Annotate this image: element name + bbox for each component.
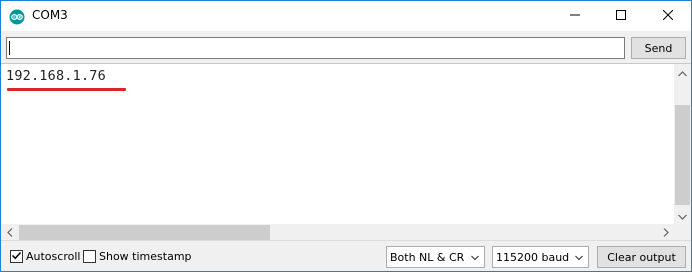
scrollbar-corner [674, 224, 691, 241]
line-ending-select[interactable]: Both NL & CR [386, 246, 485, 268]
scroll-right-button[interactable] [657, 224, 674, 241]
serial-output-area[interactable]: 192.168.1.76 [1, 63, 691, 241]
close-button[interactable] [645, 1, 691, 31]
window-title: COM3 [32, 8, 68, 22]
arduino-icon [9, 9, 25, 25]
serial-monitor-window: COM3 Send 192.168.1.76 Autoscroll Show t… [0, 0, 692, 272]
chevron-down-icon [470, 253, 480, 263]
baud-rate-select[interactable]: 115200 baud [492, 246, 589, 268]
bottom-toolbar: Autoscroll Show timestamp Both NL & CR 1… [1, 240, 691, 271]
scroll-left-button[interactable] [1, 224, 18, 241]
vertical-scrollbar[interactable] [674, 64, 691, 224]
horizontal-scrollbar[interactable] [1, 224, 674, 241]
chevron-left-icon [6, 226, 13, 240]
title-bar[interactable]: COM3 [1, 1, 691, 31]
autoscroll-checkbox[interactable] [10, 250, 23, 263]
checkmark-icon [11, 250, 22, 264]
autoscroll-label[interactable]: Autoscroll [26, 250, 80, 263]
send-row: Send [1, 31, 691, 63]
chevron-down-icon [574, 253, 584, 263]
scroll-up-button[interactable] [674, 64, 691, 81]
maximize-icon [616, 9, 626, 23]
scroll-down-button[interactable] [674, 207, 691, 224]
text-cursor [9, 41, 10, 55]
send-button[interactable]: Send [631, 37, 686, 59]
chevron-right-icon [663, 226, 669, 240]
minimize-button[interactable] [552, 1, 598, 31]
show-timestamp-label[interactable]: Show timestamp [99, 250, 192, 263]
maximize-button[interactable] [598, 1, 644, 31]
close-icon [662, 9, 674, 23]
horizontal-scroll-thumb[interactable] [19, 225, 270, 240]
minimize-icon [570, 9, 580, 23]
show-timestamp-checkbox[interactable] [83, 250, 96, 263]
line-ending-value: Both NL & CR [390, 251, 465, 264]
chevron-up-icon [678, 66, 687, 80]
output-line: 192.168.1.76 [6, 68, 106, 84]
vertical-scroll-thumb[interactable] [675, 105, 690, 205]
highlight-underline [7, 88, 126, 91]
baud-rate-value: 115200 baud [496, 251, 570, 264]
clear-output-button[interactable]: Clear output [597, 246, 686, 268]
send-input[interactable] [6, 37, 625, 59]
chevron-down-icon [678, 209, 687, 223]
